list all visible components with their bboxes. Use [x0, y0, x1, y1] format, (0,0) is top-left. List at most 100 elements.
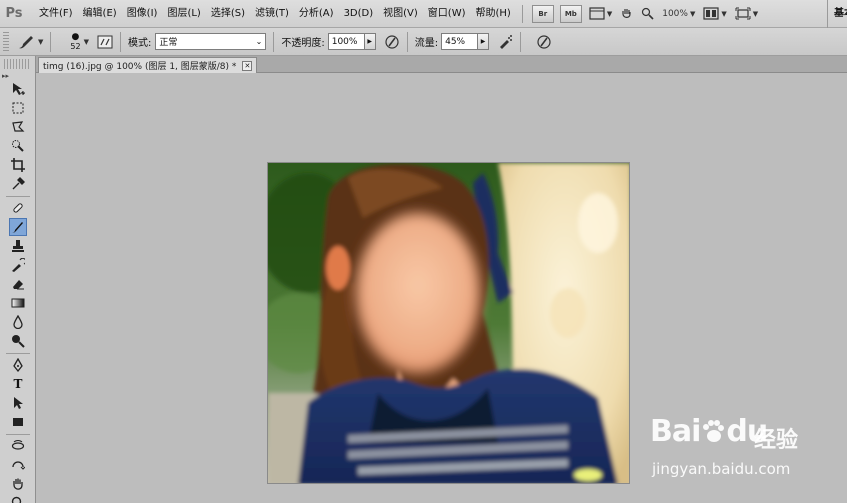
document-title: timg (16).jpg @ 100% (图层 1, 图层蒙版/8) * — [43, 62, 237, 72]
tool-preset-picker[interactable]: ▼ — [17, 34, 43, 50]
chevron-down-icon: ▼ — [606, 9, 613, 18]
rectangular-marquee-icon — [12, 102, 24, 114]
airbrush-icon — [500, 34, 513, 49]
photoshop-logo[interactable]: Ps — [0, 0, 28, 28]
tools-panel-grip[interactable] — [4, 59, 31, 69]
brush-panel-icon — [97, 35, 113, 48]
mini-bridge-button[interactable]: Mb — [559, 4, 582, 23]
polygonal-lasso-icon — [12, 121, 25, 132]
blend-mode-value: 正常 — [159, 38, 178, 48]
menu-file[interactable]: 文件(F) — [34, 0, 78, 28]
move-tool[interactable] — [9, 80, 27, 98]
document-tab[interactable]: timg (16).jpg @ 100% (图层 1, 图层蒙版/8) * ✕ — [38, 57, 258, 73]
history-brush-tool[interactable] — [9, 256, 27, 274]
eraser-tool[interactable] — [9, 275, 27, 293]
arrange-documents-dropdown[interactable]: ▼ — [703, 7, 727, 20]
menu-layer[interactable]: 图层(L) — [162, 0, 205, 28]
brush-icon — [12, 222, 23, 233]
view-extras-dropdown[interactable]: ▼ — [589, 7, 612, 20]
dodge-tool[interactable] — [9, 332, 27, 350]
spot-healing-tool[interactable] — [9, 199, 27, 217]
menu-analysis[interactable]: 分析(A) — [294, 0, 339, 28]
quick-selection-tool[interactable] — [9, 137, 27, 155]
menu-window[interactable]: 窗口(W) — [423, 0, 471, 28]
workspace-switcher[interactable]: 基本 — [827, 0, 847, 28]
flow-slider-button[interactable]: ▶ — [478, 33, 490, 50]
zoom-icon — [11, 496, 22, 503]
watermark-url: jingyan.baidu.com — [652, 460, 791, 478]
chevron-down-icon: ▼ — [752, 9, 759, 18]
paw-icon — [703, 420, 725, 442]
zoom-level: 100% — [662, 8, 688, 19]
marquee-tool[interactable] — [9, 99, 27, 117]
menu-view[interactable]: 视图(V) — [378, 0, 423, 28]
zoom-tool[interactable] — [9, 494, 27, 503]
crop-icon — [11, 158, 25, 172]
brush-preset-picker[interactable]: ● 52 — [70, 31, 80, 51]
menu-edit[interactable]: 编辑(E) — [78, 0, 122, 28]
zoom-icon — [642, 7, 654, 20]
shape-tool[interactable] — [9, 413, 27, 431]
blend-mode-select[interactable]: 正常 ⌄ — [155, 33, 267, 50]
pressure-icon — [385, 34, 399, 49]
screen-mode-dropdown[interactable]: ▼ — [735, 7, 758, 20]
type-icon: T — [13, 377, 23, 391]
menu-help[interactable]: 帮助(H) — [471, 0, 516, 28]
history-brush-icon — [12, 258, 25, 272]
type-tool[interactable]: T — [9, 375, 27, 393]
clone-stamp-tool[interactable] — [9, 237, 27, 255]
chevron-down-icon: ▼ — [689, 9, 696, 18]
opacity-label: 不透明度: — [281, 38, 325, 49]
menu-3d[interactable]: 3D(D) — [339, 0, 379, 28]
options-bar: ▼ ● 52 ▼ 模式: 正常 ⌄ 不透明度: 100% ▶ 流量: 45% ▶ — [0, 28, 847, 56]
eyedropper-tool[interactable] — [9, 175, 27, 193]
options-bar-grip[interactable] — [3, 31, 9, 52]
menu-bar: Ps 文件(F) 编辑(E) 图像(I) 图层(L) 选择(S) 滤镜(T) 分… — [0, 0, 847, 28]
3d-orbit-tool[interactable] — [9, 456, 27, 474]
menu-image[interactable]: 图像(I) — [122, 0, 163, 28]
gradient-icon — [11, 298, 25, 308]
flow-label: 流量: — [414, 38, 439, 49]
watermark-jingyan-text: 经验 — [754, 428, 799, 453]
tools-separator — [6, 353, 30, 354]
blur-tool[interactable] — [9, 313, 27, 331]
menu-select[interactable]: 选择(S) — [206, 0, 250, 28]
screen-mode-icon — [735, 7, 751, 20]
3d-rotate-tool[interactable] — [9, 437, 27, 455]
airbrush-toggle[interactable] — [497, 34, 513, 50]
hand-tool[interactable] — [9, 475, 27, 493]
close-icon[interactable]: ✕ — [242, 60, 253, 71]
collapse-panel-icon[interactable]: ▸▸ — [2, 72, 9, 80]
canvas-image[interactable] — [267, 162, 630, 484]
baidu-jingyan-watermark: Bai du 经验 jingyan.baidu.com — [646, 414, 846, 500]
pressure-opacity-toggle[interactable] — [384, 34, 400, 50]
zoom-tool-button[interactable] — [641, 7, 654, 20]
menu-filter[interactable]: 滤镜(T) — [250, 0, 294, 28]
gradient-tool[interactable] — [9, 294, 27, 312]
chevron-down-icon[interactable]: ▼ — [84, 38, 89, 46]
hand-icon — [622, 9, 631, 18]
hand-tool-button[interactable] — [620, 7, 633, 20]
move-icon — [13, 83, 25, 95]
document-tab-bar: timg (16).jpg @ 100% (图层 1, 图层蒙版/8) * ✕ — [36, 56, 847, 73]
bridge-button[interactable]: Br — [531, 4, 554, 23]
opacity-input[interactable]: 100% — [327, 33, 365, 50]
healing-brush-icon — [13, 203, 23, 213]
lasso-tool[interactable] — [9, 118, 27, 136]
crop-tool[interactable] — [9, 156, 27, 174]
opacity-slider-button[interactable]: ▶ — [364, 33, 376, 50]
brush-panel-toggle[interactable] — [97, 34, 113, 50]
brush-tool[interactable] — [9, 218, 27, 236]
options-separator — [406, 31, 408, 52]
pressure-size-toggle[interactable] — [536, 34, 552, 50]
zoom-level-dropdown[interactable]: 100% ▼ — [662, 9, 695, 19]
3d-orbit-icon — [12, 461, 25, 470]
tools-separator — [6, 196, 30, 197]
clone-stamp-icon — [12, 240, 24, 252]
path-selection-tool[interactable] — [9, 394, 27, 412]
brush-tip-icon: ● — [71, 31, 80, 42]
dodge-icon — [12, 335, 25, 348]
path-selection-icon — [14, 397, 23, 409]
pen-tool[interactable] — [9, 356, 27, 374]
flow-input[interactable]: 45% — [441, 33, 479, 50]
